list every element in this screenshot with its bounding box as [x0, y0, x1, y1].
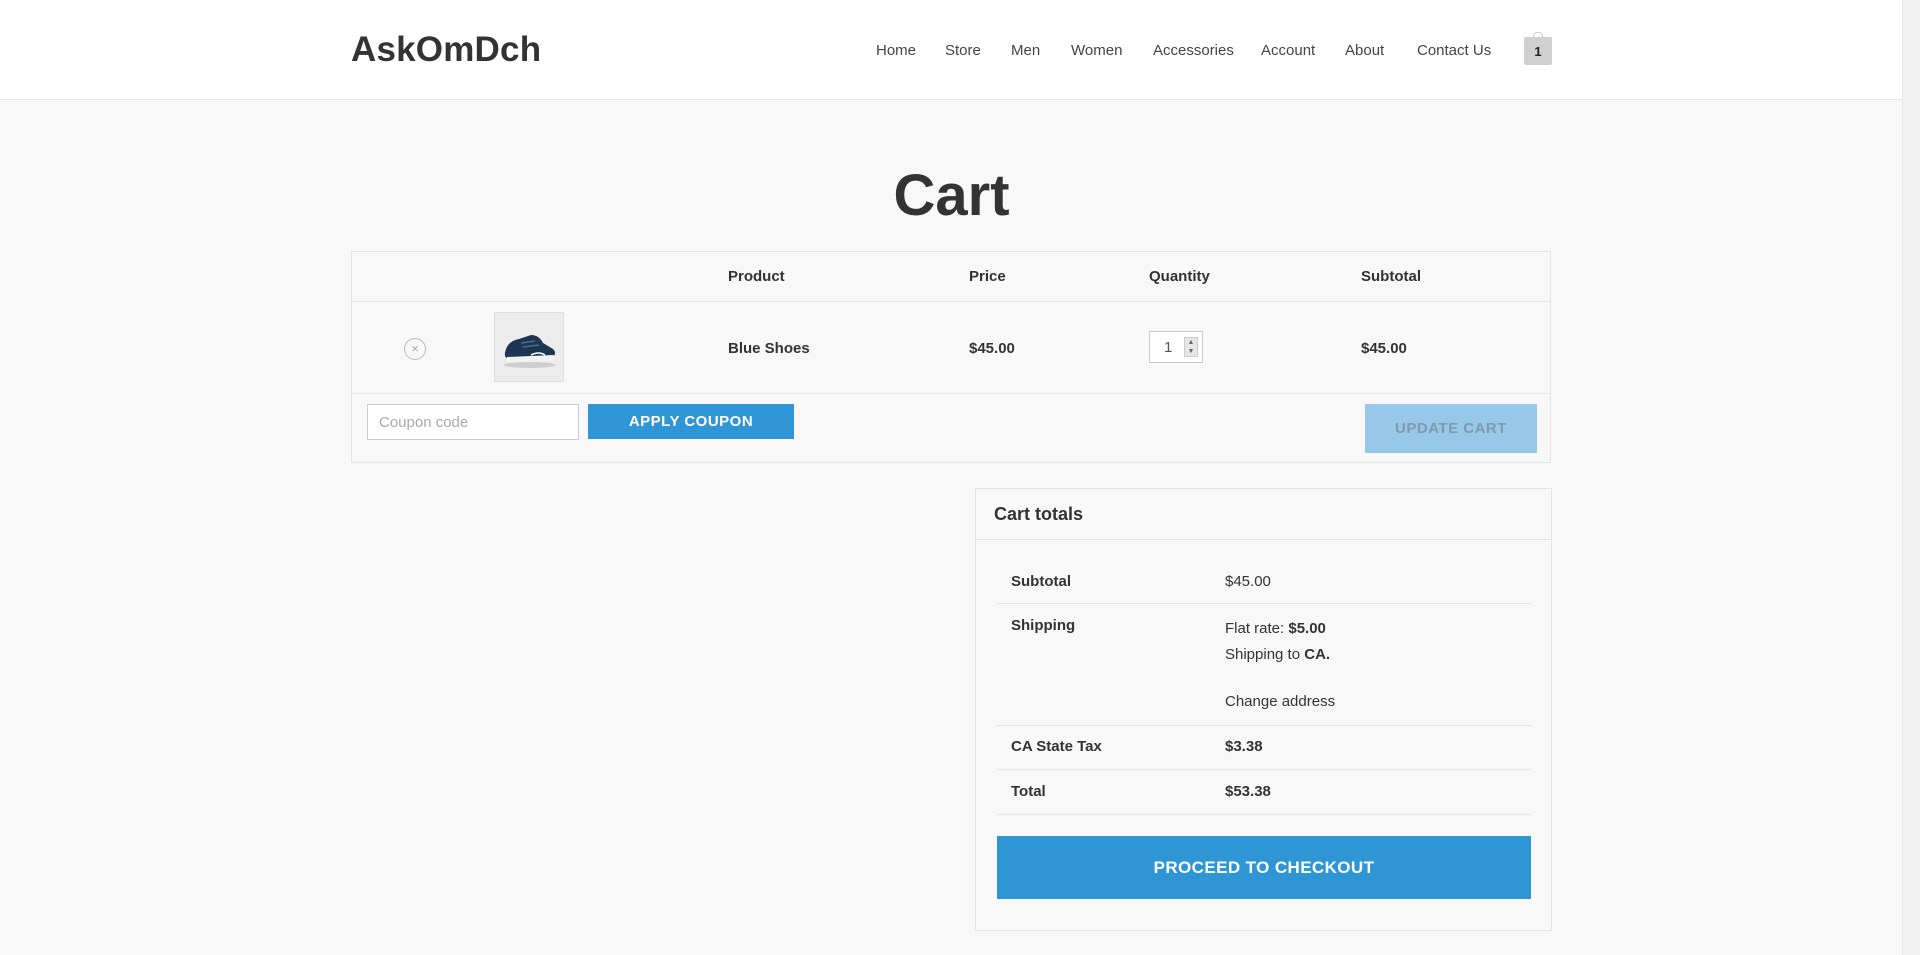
divider [997, 814, 1531, 815]
cart-totals: Cart totals Subtotal $45.00 Shipping Fla… [975, 488, 1552, 931]
subtotal-label: Subtotal [1011, 573, 1071, 590]
nav-item-contact-us[interactable]: Contact Us [1417, 42, 1491, 59]
nav-item-home[interactable]: Home [876, 42, 916, 59]
cart-table: Product Price Quantity Subtotal × Blue S… [351, 251, 1551, 463]
product-subtotal: $45.00 [1361, 340, 1407, 357]
subtotal-value: $45.00 [1225, 573, 1271, 590]
product-thumbnail[interactable] [494, 312, 564, 382]
quantity-arrows-icon[interactable]: ▲ ▼ [1184, 337, 1198, 357]
header-subtotal: Subtotal [1361, 268, 1421, 285]
total-label: Total [1011, 783, 1046, 800]
quantity-value: 1 [1164, 339, 1173, 356]
header-price: Price [969, 268, 1006, 285]
scrollbar[interactable] [1902, 0, 1920, 955]
tax-value: $3.38 [1225, 738, 1263, 755]
header-quantity: Quantity [1149, 268, 1210, 285]
site-header: AskOmDch Home Store Men Women Accessorie… [0, 0, 1903, 100]
cart-totals-header: Cart totals [976, 489, 1551, 540]
shipping-label: Shipping [1011, 617, 1076, 634]
product-name-link[interactable]: Blue Shoes [728, 340, 810, 357]
change-address-link[interactable]: Change address [1225, 693, 1335, 710]
divider [997, 603, 1531, 604]
nav-item-women[interactable]: Women [1071, 42, 1122, 59]
nav-item-about[interactable]: About [1345, 42, 1384, 59]
nav-item-store[interactable]: Store [945, 42, 981, 59]
coupon-input[interactable] [367, 404, 579, 440]
product-price: $45.00 [969, 340, 1015, 357]
shipping-to-prefix: Shipping to [1225, 646, 1301, 663]
divider [997, 769, 1531, 770]
cart-count-badge: 1 [1534, 44, 1542, 59]
remove-item-button[interactable]: × [404, 338, 426, 360]
nav-item-account[interactable]: Account [1261, 42, 1315, 59]
nav-item-men[interactable]: Men [1011, 42, 1040, 59]
cart-icon[interactable]: 1 [1524, 32, 1552, 65]
site-logo[interactable]: AskOmDch [351, 30, 541, 70]
page-title: Cart [893, 163, 1010, 228]
quantity-stepper[interactable]: 1 ▲ ▼ [1149, 331, 1203, 363]
shipping-destination: Shipping to CA. [1225, 646, 1330, 663]
nav-item-accessories[interactable]: Accessories [1153, 42, 1234, 59]
tax-label: CA State Tax [1011, 738, 1102, 755]
blue-shoes-image [495, 313, 563, 381]
shipping-method-value: $5.00 [1288, 620, 1326, 637]
shipping-method: Flat rate: $5.00 [1225, 620, 1326, 637]
total-value: $53.38 [1225, 783, 1271, 800]
divider [997, 725, 1531, 726]
divider [352, 301, 1550, 302]
apply-coupon-button[interactable]: APPLY COUPON [588, 404, 794, 439]
header-product: Product [728, 268, 785, 285]
divider [352, 393, 1550, 394]
update-cart-button[interactable]: UPDATE CART [1365, 404, 1537, 453]
shipping-to-value: CA. [1304, 646, 1331, 663]
proceed-to-checkout-button[interactable]: PROCEED TO CHECKOUT [997, 836, 1531, 899]
shipping-method-prefix: Flat rate: [1225, 620, 1285, 637]
cart-totals-title: Cart totals [994, 504, 1084, 524]
